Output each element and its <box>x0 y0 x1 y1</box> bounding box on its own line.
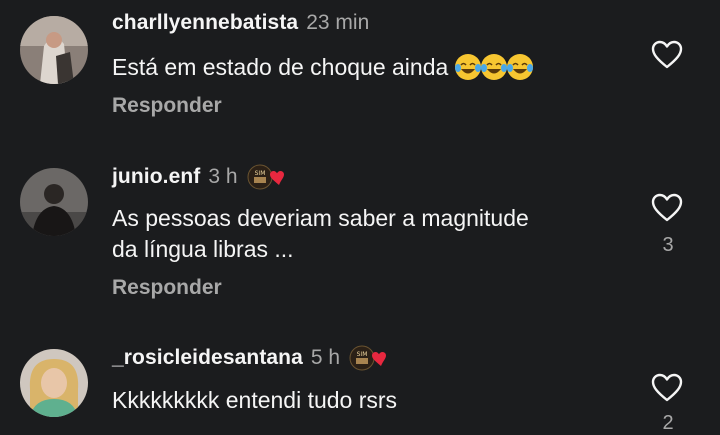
comment-timestamp: 23 min <box>306 11 370 34</box>
like-count: 3 <box>662 234 674 256</box>
fan-badge: SIM <box>246 163 288 191</box>
like-heart-icon[interactable] <box>651 193 683 223</box>
comment-body-line: da língua libras ... <box>112 236 294 262</box>
avatar[interactable] <box>20 349 88 417</box>
tears-of-joy-emoji <box>480 54 507 80</box>
fan-badge-text: SIM <box>254 170 265 177</box>
reply-button[interactable]: Responder <box>112 94 222 118</box>
comment-timestamp: 5 h <box>310 346 341 369</box>
comment-text: Kkkkkkkkk entendi tudo rsrs <box>112 387 398 413</box>
comment-text: Está em estado de choque ainda <box>112 52 533 83</box>
tears-of-joy-emoji <box>506 54 533 80</box>
like-heart-icon[interactable] <box>651 373 683 403</box>
comment-text: As pessoas deveriam saber a magnitude da… <box>112 203 529 265</box>
comment-body-line: As pessoas deveriam saber a magnitude <box>112 205 529 231</box>
tears-of-joy-emoji <box>454 54 481 80</box>
fan-badge: SIM <box>348 344 390 372</box>
reply-button[interactable]: Responder <box>112 276 222 300</box>
like-count: 2 <box>662 412 674 434</box>
comment-username[interactable]: _rosicleidesantana <box>112 346 303 370</box>
comment-timestamp: 3 h <box>208 165 238 188</box>
fan-badge-text: SIM <box>357 351 368 358</box>
avatar[interactable] <box>20 16 88 84</box>
comment-body: Está em estado de choque ainda <box>112 54 449 80</box>
comment-username[interactable]: charllyennebatista <box>112 11 298 35</box>
avatar[interactable] <box>20 168 88 236</box>
like-heart-icon[interactable] <box>651 40 683 70</box>
comment-username[interactable]: junio.enf <box>112 165 200 189</box>
